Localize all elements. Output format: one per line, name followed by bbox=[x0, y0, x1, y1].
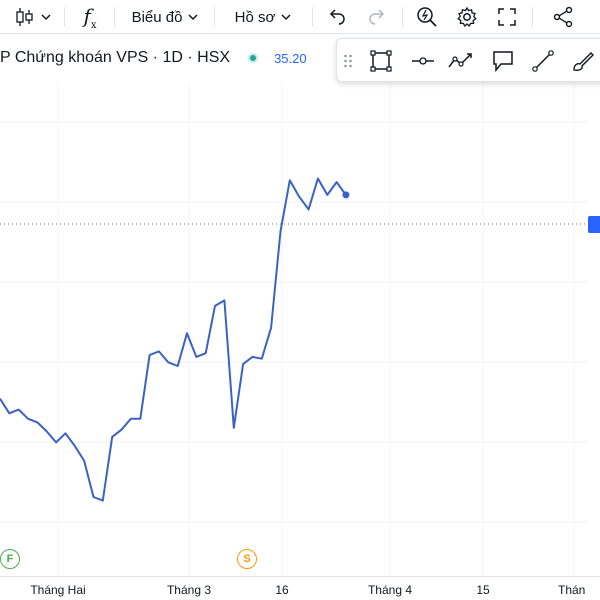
time-axis-tick-label: Tháng Hai bbox=[30, 583, 86, 597]
profile-menu-label: Hồ sơ bbox=[234, 8, 276, 26]
trend-line-tool-icon bbox=[532, 50, 554, 72]
earnings-event-label: F bbox=[6, 553, 14, 565]
rectangle-tool-button[interactable] bbox=[365, 45, 397, 77]
time-axis[interactable]: Tháng Hai Tháng 3 16 Tháng 4 15 Thán bbox=[0, 576, 600, 600]
fullscreen-button[interactable] bbox=[492, 0, 522, 34]
redo-button[interactable] bbox=[362, 0, 392, 34]
trend-line-tool-button[interactable] bbox=[527, 45, 559, 77]
rectangle-tool-icon bbox=[370, 50, 392, 72]
last-price-tag bbox=[588, 216, 600, 233]
quick-search-button[interactable] bbox=[412, 0, 442, 34]
callout-tool-button[interactable] bbox=[487, 45, 519, 77]
horizontal-line-tool-icon bbox=[412, 57, 434, 65]
candlestick-icon bbox=[16, 8, 33, 26]
redo-icon bbox=[369, 9, 385, 25]
time-axis-tick-label: 15 bbox=[476, 583, 490, 597]
market-status-dot bbox=[248, 53, 259, 63]
chart-grid bbox=[0, 82, 588, 576]
dividend-event-marker[interactable]: S bbox=[237, 549, 257, 569]
top-toolbar: fx Biểu đồ Hồ sơ bbox=[0, 0, 600, 34]
undo-icon bbox=[329, 9, 345, 25]
fullscreen-icon bbox=[498, 8, 516, 26]
indicators-button[interactable]: fx bbox=[74, 0, 106, 34]
chevron-down-icon bbox=[281, 14, 291, 21]
earnings-event-marker[interactable]: F bbox=[0, 549, 20, 569]
share-button[interactable] bbox=[548, 0, 578, 34]
path-tool-icon bbox=[448, 53, 472, 68]
price-chart[interactable] bbox=[0, 82, 600, 576]
share-icon bbox=[553, 6, 573, 28]
legend-price: 35.20 bbox=[274, 50, 307, 66]
chart-menu-label: Biểu đồ bbox=[131, 8, 183, 26]
drag-handle-icon bbox=[344, 54, 352, 68]
settings-button[interactable] bbox=[452, 0, 482, 34]
profile-menu-button[interactable]: Hồ sơ bbox=[226, 0, 300, 34]
chevron-down-icon bbox=[41, 14, 51, 21]
dividend-event-label: S bbox=[243, 553, 251, 565]
drag-handle[interactable] bbox=[337, 45, 359, 77]
time-axis-tick-label: 16 bbox=[275, 583, 289, 597]
chart-menu-button[interactable]: Biểu đồ bbox=[124, 0, 206, 34]
chevron-down-icon bbox=[188, 14, 198, 21]
gear-icon bbox=[457, 6, 477, 28]
drawing-toolbar bbox=[336, 38, 600, 82]
path-tool-button[interactable] bbox=[445, 45, 477, 77]
time-axis-tick-label: Tháng 3 bbox=[166, 583, 212, 597]
fx-icon: fx bbox=[83, 3, 97, 31]
callout-tool-icon bbox=[493, 51, 513, 73]
time-axis-tick-label: Thán bbox=[558, 583, 586, 597]
symbol-legend: P Chứng khoán VPS · 1D · HSX 35.20 bbox=[0, 46, 307, 70]
price-series-line bbox=[0, 177, 347, 502]
brush-tool-button[interactable] bbox=[567, 45, 599, 77]
search-lightning-icon bbox=[417, 7, 437, 27]
time-axis-tick-label: Tháng 4 bbox=[367, 583, 413, 597]
last-price-point bbox=[342, 191, 350, 199]
brush-tool-icon bbox=[573, 52, 594, 71]
chart-type-button[interactable] bbox=[6, 0, 58, 34]
undo-button[interactable] bbox=[322, 0, 352, 34]
symbol-title[interactable]: P Chứng khoán VPS · 1D · HSX bbox=[0, 49, 230, 67]
horizontal-line-tool-button[interactable] bbox=[407, 45, 439, 77]
